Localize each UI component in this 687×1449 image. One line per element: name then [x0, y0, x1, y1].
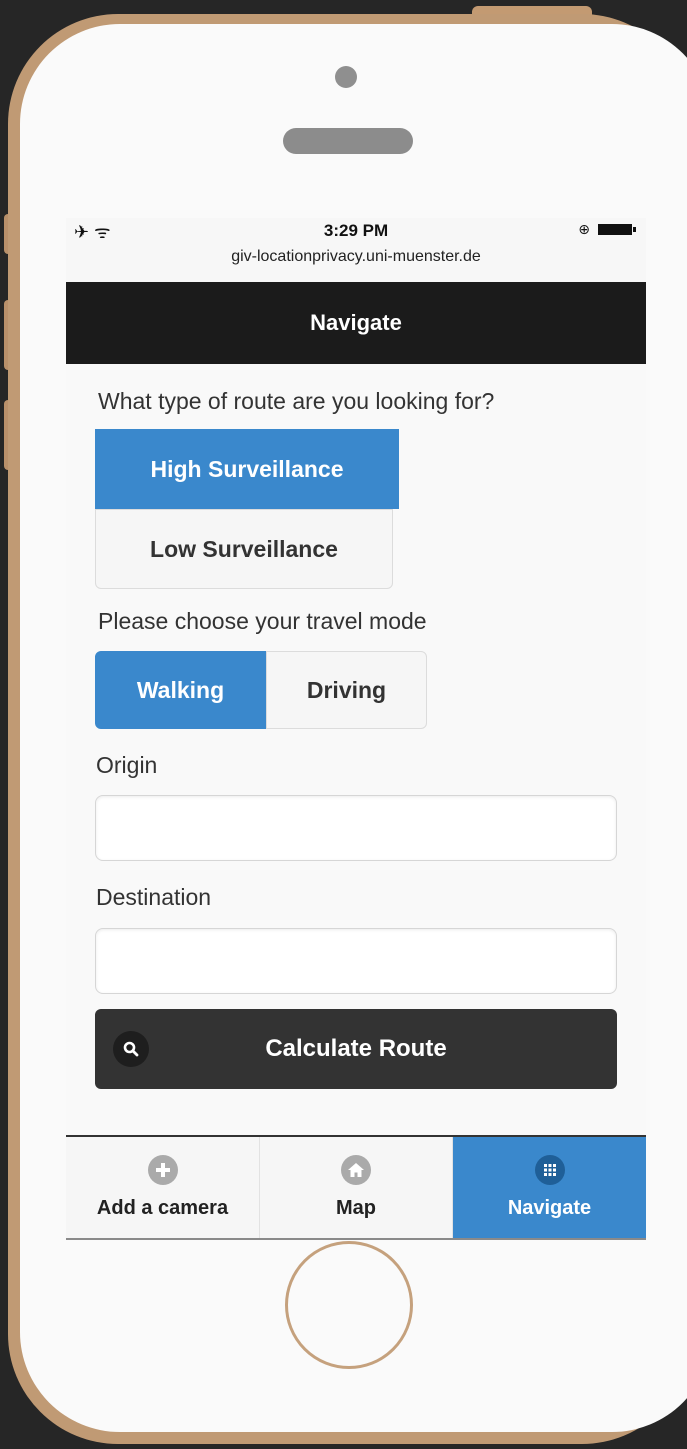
status-bar: ✈ ᯤ 3:29 PM ⊕: [66, 218, 646, 242]
home-button[interactable]: [285, 1241, 413, 1369]
plus-circle-icon: [147, 1155, 178, 1185]
low-surveillance-button[interactable]: Low Surveillance: [95, 509, 393, 589]
high-surveillance-button[interactable]: High Surveillance: [95, 429, 399, 509]
destination-input[interactable]: [95, 928, 617, 994]
tab-navigate[interactable]: Navigate: [453, 1137, 646, 1238]
travel-mode-question: Please choose your travel mode: [98, 608, 427, 634]
grid-icon: [534, 1155, 565, 1185]
tab-add-camera[interactable]: Add a camera: [66, 1137, 260, 1238]
search-icon: [113, 1031, 149, 1067]
driving-button[interactable]: Driving: [266, 651, 427, 729]
walking-button[interactable]: Walking: [95, 651, 266, 729]
tab-map[interactable]: Map: [260, 1137, 453, 1238]
front-camera: [335, 66, 357, 88]
rotation-lock-icon: ⊕: [578, 221, 590, 237]
tab-label: Add a camera: [96, 1197, 229, 1219]
origin-input[interactable]: [95, 795, 617, 861]
home-icon: [341, 1155, 371, 1185]
status-time: 3:29 PM: [323, 221, 389, 240]
battery-icon: [598, 224, 636, 235]
tab-label: Map: [336, 1197, 376, 1219]
earpiece-speaker: [283, 128, 413, 154]
url-bar[interactable]: giv-locationprivacy.uni-muenster.de: [66, 242, 646, 282]
calculate-route-label: Calculate Route: [265, 1035, 447, 1062]
phone-screen: ✈ ᯤ 3:29 PM ⊕ giv-locationprivacy.uni-mu…: [66, 218, 646, 1240]
destination-label: Destination: [96, 884, 212, 910]
calculate-route-button[interactable]: Calculate Route: [95, 1009, 617, 1089]
route-type-question: What type of route are you looking for?: [98, 388, 495, 414]
tab-label: Navigate: [507, 1197, 592, 1219]
page-title: Navigate: [66, 282, 646, 364]
origin-label: Origin: [96, 752, 158, 778]
tab-bar: Add a camera Map Navigate: [66, 1135, 646, 1238]
